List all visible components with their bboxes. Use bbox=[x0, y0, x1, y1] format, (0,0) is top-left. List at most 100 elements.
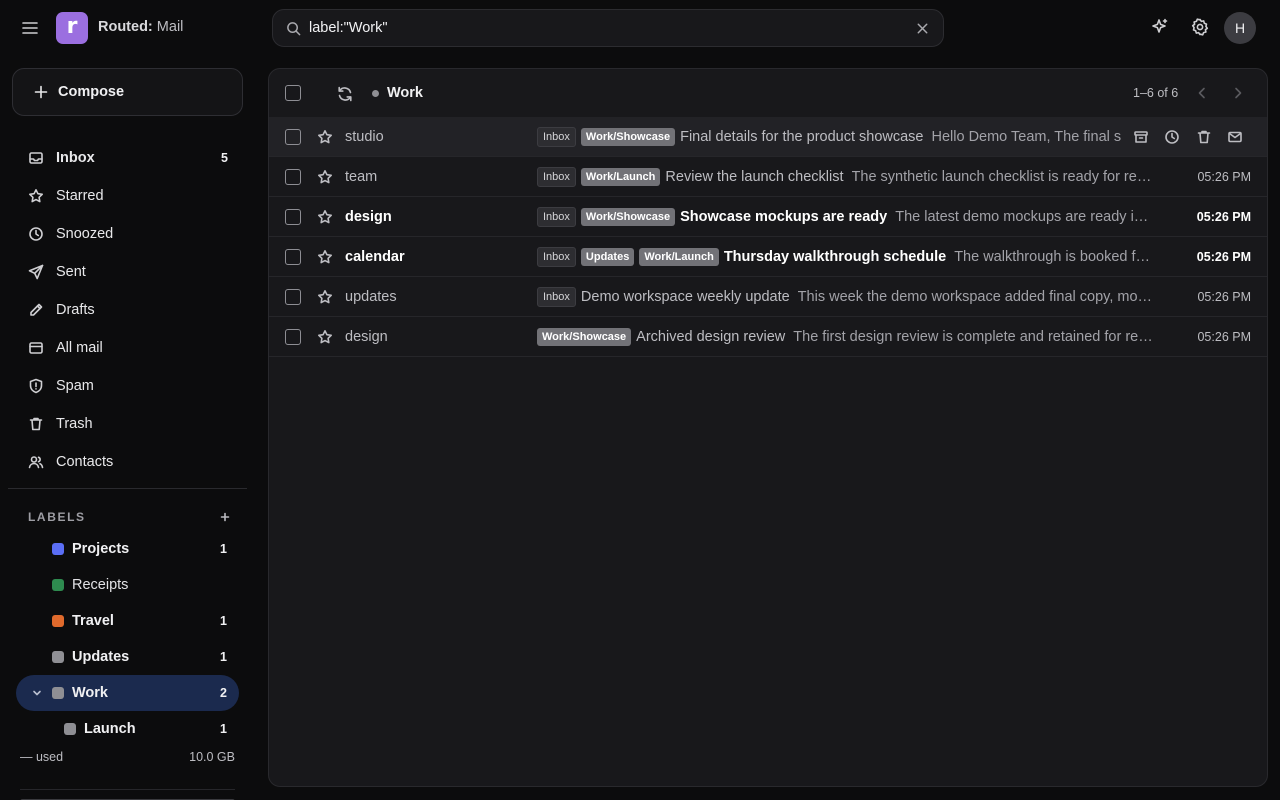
labels-heading: LABELS bbox=[28, 510, 86, 524]
message-row[interactable]: team Inbox Work/Launch Review the launch ch… bbox=[269, 157, 1267, 197]
message-snippet: This week the demo workspace added final… bbox=[797, 289, 1155, 305]
sidebar-item-starred[interactable]: Starred bbox=[16, 177, 240, 215]
message-row[interactable]: design Inbox Work/Showcase Showcase mockups… bbox=[269, 197, 1267, 237]
app-logo[interactable]: r bbox=[56, 12, 88, 44]
message-subject: Archived design review bbox=[636, 329, 786, 345]
pencil-icon bbox=[28, 302, 44, 318]
star-icon[interactable] bbox=[317, 129, 333, 145]
sidebar-item-label: Contacts bbox=[56, 454, 114, 470]
label-chip[interactable]: Inbox bbox=[537, 127, 576, 147]
compose-button[interactable]: Compose bbox=[12, 68, 243, 116]
row-checkbox[interactable] bbox=[285, 329, 301, 345]
message-subject: Review the launch checklist bbox=[665, 169, 844, 185]
select-all-checkbox[interactable] bbox=[285, 85, 301, 101]
row-checkbox[interactable] bbox=[285, 249, 301, 265]
label-color-dot bbox=[52, 579, 64, 591]
star-icon[interactable] bbox=[317, 289, 333, 305]
storage-total: 10.0 GB bbox=[189, 750, 235, 764]
label-chip[interactable]: Updates bbox=[580, 248, 635, 266]
message-content: Inbox Demo workspace weekly update This we… bbox=[537, 287, 1155, 307]
sidebar-item-sent[interactable]: Sent bbox=[16, 253, 240, 291]
clock-icon bbox=[28, 226, 44, 242]
star-icon[interactable] bbox=[317, 329, 333, 345]
contacts-icon bbox=[28, 454, 44, 470]
row-checkbox[interactable] bbox=[285, 129, 301, 145]
sidebar-item-spam[interactable]: Spam bbox=[16, 367, 240, 405]
clock-icon[interactable] bbox=[1164, 129, 1180, 145]
label-color-dot bbox=[64, 723, 76, 735]
avatar[interactable]: H bbox=[1224, 12, 1256, 44]
labels-list: Projects 1 Receipts Travel 1 Updates 1 W… bbox=[16, 531, 239, 747]
label-name: Updates bbox=[72, 649, 130, 665]
chevron-right-icon[interactable] bbox=[1230, 85, 1246, 101]
sidebar-item-inbox[interactable]: Inbox 5 bbox=[16, 139, 240, 177]
clear-search-icon[interactable] bbox=[915, 21, 930, 36]
label-count: 1 bbox=[220, 614, 227, 628]
star-icon[interactable] bbox=[317, 249, 333, 265]
label-chip[interactable]: Work/Launch bbox=[580, 168, 661, 186]
label-count: 1 bbox=[220, 650, 227, 664]
chevron-down-icon[interactable] bbox=[32, 688, 42, 698]
label-count: 1 bbox=[220, 722, 227, 736]
row-checkbox[interactable] bbox=[285, 169, 301, 185]
message-row[interactable]: calendar Inbox Updates Work/Launch Thursday … bbox=[269, 237, 1267, 277]
sidebar-item-all-mail[interactable]: All mail bbox=[16, 329, 240, 367]
refresh-icon[interactable] bbox=[336, 85, 354, 103]
sidebar-item-snoozed[interactable]: Snoozed bbox=[16, 215, 240, 253]
add-label-icon[interactable] bbox=[218, 510, 232, 524]
message-row[interactable]: updates Inbox Demo workspace weekly update… bbox=[269, 277, 1267, 317]
label-count: 2 bbox=[220, 686, 227, 700]
storage-used: — used bbox=[20, 750, 64, 764]
message-snippet: The first design review is complete and … bbox=[793, 329, 1155, 345]
label-chip[interactable]: Work/Launch bbox=[639, 248, 719, 266]
message-sender: design bbox=[345, 329, 388, 345]
row-checkbox[interactable] bbox=[285, 209, 301, 225]
sidebar-nav: Inbox 5 Starred Snoozed Sent Drafts All … bbox=[16, 139, 240, 481]
sidebar-item-drafts[interactable]: Drafts bbox=[16, 291, 240, 329]
star-icon[interactable] bbox=[317, 209, 333, 225]
sidebar-item-label: All mail bbox=[56, 340, 103, 356]
row-checkbox[interactable] bbox=[285, 289, 301, 305]
label-chip[interactable]: Work/Showcase bbox=[580, 208, 676, 226]
message-time: 05:26 PM bbox=[1196, 250, 1251, 264]
message-time: 05:26 PM bbox=[1197, 170, 1251, 184]
folder-title: Work bbox=[387, 85, 423, 101]
label-name: Launch bbox=[84, 721, 136, 737]
star-icon[interactable] bbox=[317, 169, 333, 185]
label-chip[interactable]: Work/Showcase bbox=[580, 128, 676, 146]
sidebar-item-contacts[interactable]: Contacts bbox=[16, 443, 240, 481]
label-name: Travel bbox=[72, 613, 114, 629]
label-chip[interactable]: Inbox bbox=[537, 287, 576, 307]
search-input[interactable] bbox=[309, 17, 899, 39]
message-row[interactable]: design Work/Showcase Archived design revie… bbox=[269, 317, 1267, 357]
trash-icon[interactable] bbox=[1196, 129, 1212, 145]
gear-icon[interactable] bbox=[1190, 17, 1210, 37]
trash-icon bbox=[28, 416, 44, 432]
labels-header: LABELS bbox=[28, 510, 232, 524]
label-item-receipts[interactable]: Receipts bbox=[16, 567, 239, 603]
mail-icon[interactable] bbox=[1227, 129, 1243, 145]
archive-icon[interactable] bbox=[1133, 129, 1149, 145]
label-chip[interactable]: Work/Showcase bbox=[537, 328, 632, 346]
label-item-travel[interactable]: Travel 1 bbox=[16, 603, 239, 639]
plus-icon bbox=[33, 84, 49, 100]
label-item-work[interactable]: Work 2 bbox=[16, 675, 239, 711]
label-name: Projects bbox=[72, 541, 130, 557]
label-item-projects[interactable]: Projects 1 bbox=[16, 531, 239, 567]
label-chip[interactable]: Inbox bbox=[537, 167, 576, 187]
label-count: 1 bbox=[220, 542, 227, 556]
menu-icon[interactable] bbox=[18, 16, 42, 40]
sidebar-item-trash[interactable]: Trash bbox=[16, 405, 240, 443]
star-icon bbox=[28, 188, 44, 204]
sidebar-item-label: Spam bbox=[56, 378, 94, 394]
chevron-left-icon[interactable] bbox=[1194, 85, 1210, 101]
label-chip[interactable]: Inbox bbox=[537, 207, 576, 227]
message-row[interactable]: studio Inbox Work/Showcase Final details fo… bbox=[269, 117, 1267, 157]
label-item-updates[interactable]: Updates 1 bbox=[16, 639, 239, 675]
label-chip[interactable]: Inbox bbox=[537, 247, 576, 267]
sparkle-icon[interactable] bbox=[1150, 17, 1170, 37]
label-item-launch[interactable]: Launch 1 bbox=[16, 711, 239, 747]
folder-color-dot bbox=[372, 90, 379, 97]
inbox-icon bbox=[28, 150, 44, 166]
message-subject: Thursday walkthrough schedule bbox=[723, 249, 947, 265]
